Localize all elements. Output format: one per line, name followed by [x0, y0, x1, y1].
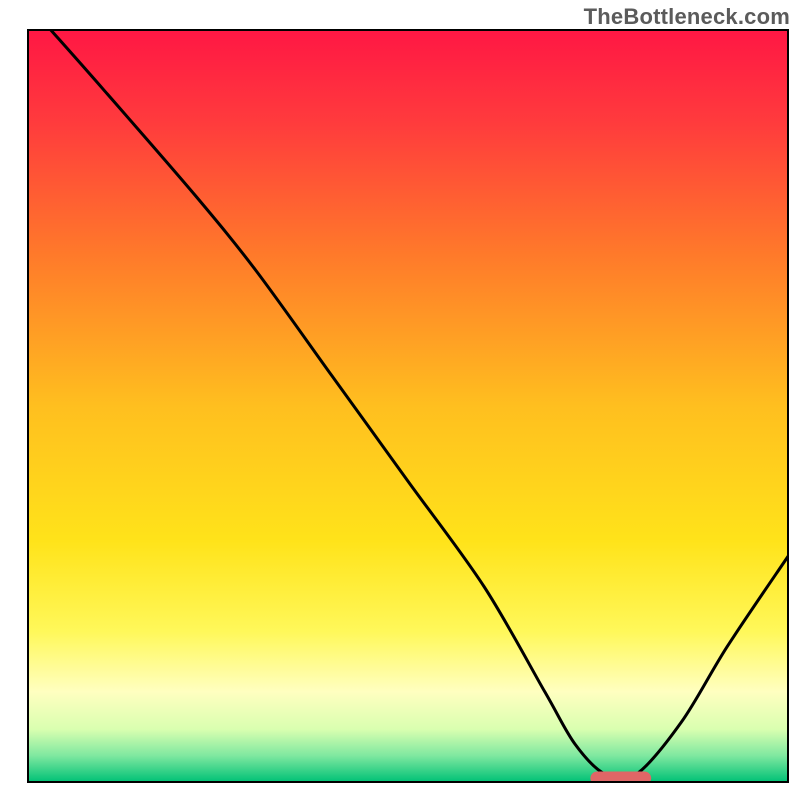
chart-background	[28, 30, 788, 782]
bottleneck-chart	[0, 0, 800, 800]
watermark-text: TheBottleneck.com	[584, 4, 790, 30]
chart-container: TheBottleneck.com	[0, 0, 800, 800]
